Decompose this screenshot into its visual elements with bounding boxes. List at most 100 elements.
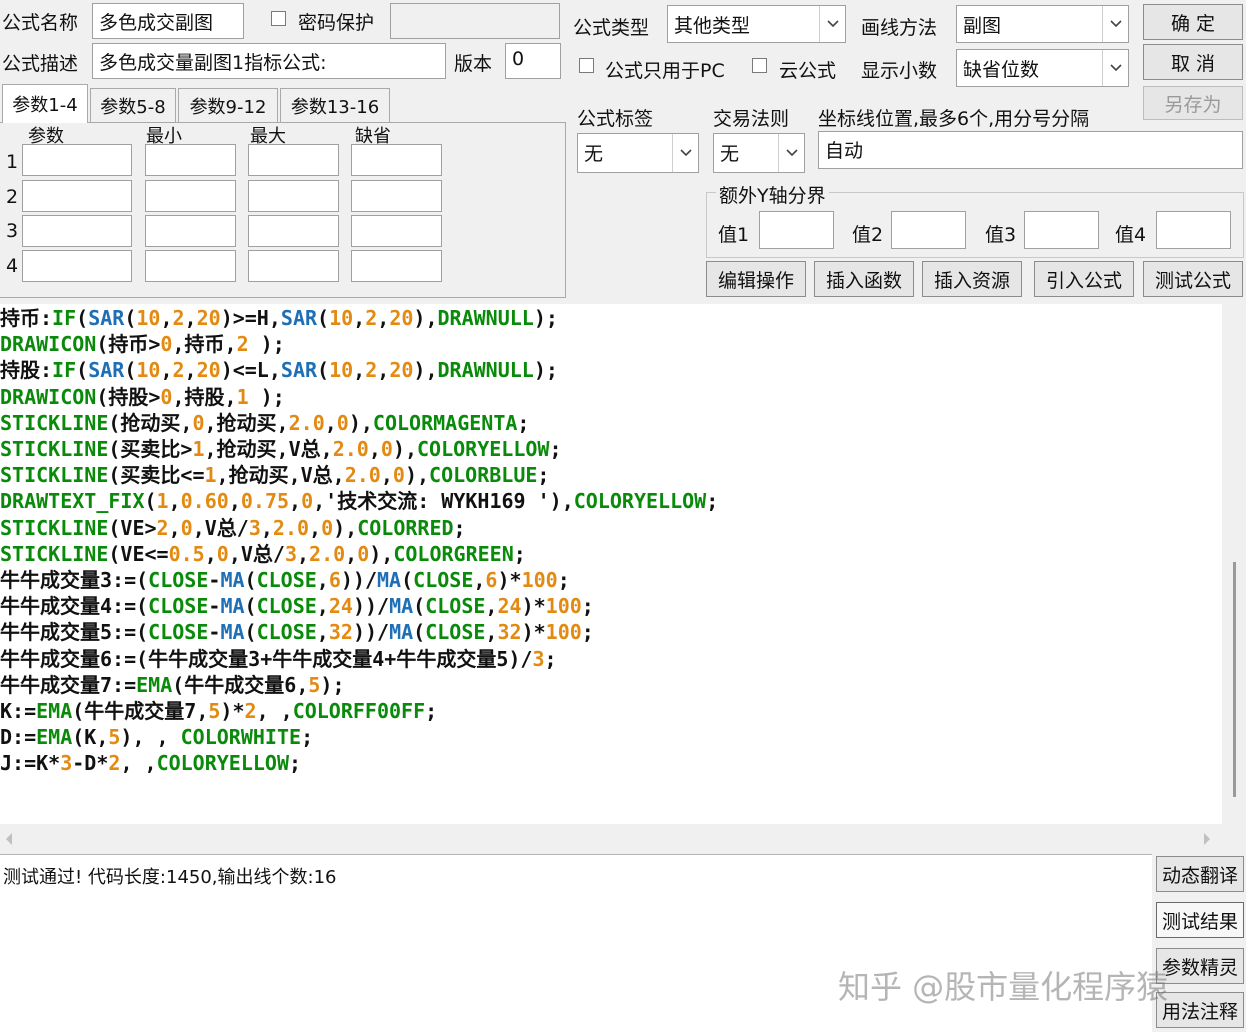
code-token: (K,: [72, 725, 109, 750]
formula-name-input[interactable]: 多色成交副图: [92, 3, 244, 39]
tab-params-9-12[interactable]: 参数9-12: [178, 88, 278, 122]
code-token: (持股>: [96, 384, 161, 409]
ok-button[interactable]: 确 定: [1143, 4, 1243, 40]
vertical-scrollbar[interactable]: [1222, 304, 1246, 824]
chevron-down-icon[interactable]: [819, 6, 845, 42]
code-line[interactable]: STICKLINE(VE<=0.5,0,V总/3,2.0,0),COLORGRE…: [0, 541, 526, 567]
test-formula-button[interactable]: 测试公式: [1143, 261, 1243, 297]
axis-input[interactable]: 自动: [818, 131, 1243, 169]
param-4-default-input[interactable]: [351, 250, 442, 282]
code-line[interactable]: DRAWICON(持币>0,持币,2 );: [0, 331, 285, 357]
code-line[interactable]: 牛牛成交量5:=(CLOSE-MA(CLOSE,32))/MA(CLOSE,32…: [0, 619, 594, 645]
import-formula-button[interactable]: 引入公式: [1034, 261, 1134, 297]
code-line[interactable]: DRAWTEXT_FIX(1,0.60,0.75,0,'技术交流: WYKH16…: [0, 488, 718, 514]
draw-method-value: 副图: [963, 15, 1002, 37]
param-2-max-input[interactable]: [248, 180, 339, 212]
version-input[interactable]: 0: [505, 43, 561, 79]
code-line[interactable]: 牛牛成交量6:=(牛牛成交量3+牛牛成交量4+牛牛成交量5)/3;: [0, 646, 557, 672]
chevron-down-icon[interactable]: [1102, 50, 1128, 86]
param-3-default-input[interactable]: [351, 215, 442, 247]
rule-select[interactable]: 无: [713, 133, 805, 173]
code-token: ,: [316, 594, 329, 619]
param-3-min-input[interactable]: [145, 215, 236, 247]
horizontal-scrollbar[interactable]: [0, 824, 1222, 848]
code-token: );: [320, 672, 345, 697]
pc-only-checkbox[interactable]: [579, 58, 594, 73]
test-results-button[interactable]: 测试结果: [1156, 902, 1244, 938]
cloud-checkbox[interactable]: [752, 58, 767, 73]
param-2-name-input[interactable]: [22, 180, 132, 212]
code-token: CLOSE: [148, 594, 209, 619]
y4-label: 值4: [1115, 224, 1147, 246]
code-line[interactable]: STICKLINE(抢动买,0,抢动买,2.0,0),COLORMAGENTA;: [0, 410, 529, 436]
param-4-name-input[interactable]: [22, 250, 132, 282]
code-token: DRAWNULL: [437, 306, 534, 330]
code-token: 2: [236, 332, 249, 357]
code-editor[interactable]: 持币:IF(SAR(10,2,20)>=H,SAR(10,2,20),DRAWN…: [0, 304, 1222, 824]
code-line[interactable]: J:=K*3-D*2, ,COLORYELLOW;: [0, 750, 301, 776]
code-token: ;: [453, 515, 466, 540]
tab-params-5-8[interactable]: 参数5-8: [90, 88, 176, 122]
password-checkbox[interactable]: [271, 11, 286, 26]
code-token: IF: [52, 358, 77, 383]
code-line[interactable]: DRAWICON(持股>0,持股,1 );: [0, 384, 285, 410]
tab-params-13-16[interactable]: 参数13-16: [280, 88, 390, 122]
edit-ops-button[interactable]: 编辑操作: [706, 261, 806, 297]
param-1-min-input[interactable]: [145, 144, 236, 176]
param-4-min-input[interactable]: [145, 250, 236, 282]
scroll-right-icon[interactable]: [1202, 829, 1212, 851]
save-as-button[interactable]: 另存为: [1143, 86, 1243, 120]
formula-type-select[interactable]: 其他类型: [667, 5, 846, 43]
code-line[interactable]: 持币:IF(SAR(10,2,20)>=H,SAR(10,2,20),DRAWN…: [0, 305, 558, 331]
chevron-down-icon[interactable]: [778, 134, 804, 172]
chevron-down-icon[interactable]: [672, 134, 698, 172]
code-token: ,: [316, 568, 329, 592]
param-1-default-input[interactable]: [351, 144, 442, 176]
y3-input[interactable]: [1024, 211, 1099, 249]
code-line[interactable]: 牛牛成交量4:=(CLOSE-MA(CLOSE,24))/MA(CLOSE,24…: [0, 593, 594, 619]
code-line[interactable]: STICKLINE(买卖比<=1,抢动买,V总,2.0,0),COLORBLUE…: [0, 462, 549, 488]
dynamic-translate-button[interactable]: 动态翻译: [1156, 856, 1244, 892]
param-1-name-input[interactable]: [22, 144, 132, 176]
code-line[interactable]: STICKLINE(VE>2,0,V总/3,2.0,0),COLORRED;: [0, 515, 466, 541]
code-token: 5: [108, 725, 121, 750]
scroll-left-icon[interactable]: [4, 829, 14, 851]
code-line[interactable]: 牛牛成交量7:=EMA(牛牛成交量6,5);: [0, 672, 345, 698]
code-token: 0: [192, 410, 205, 435]
code-token: 牛牛成交量6:=(牛牛成交量3+牛牛成交量4+牛牛成交量5)/: [0, 646, 533, 671]
draw-method-select[interactable]: 副图: [956, 5, 1129, 43]
formula-type-value: 其他类型: [674, 15, 751, 37]
code-line[interactable]: 持股:IF(SAR(10,2,20)<=L,SAR(10,2,20),DRAWN…: [0, 357, 558, 383]
param-2-min-input[interactable]: [145, 180, 236, 212]
code-line[interactable]: 牛牛成交量3:=(CLOSE-MA(CLOSE,6))/MA(CLOSE,6)*…: [0, 567, 570, 593]
code-line[interactable]: D:=EMA(K,5), , COLORWHITE;: [0, 724, 313, 750]
y4-input[interactable]: [1156, 211, 1231, 249]
tab-params-1-4[interactable]: 参数1-4: [2, 84, 88, 123]
usage-notes-button[interactable]: 用法注释: [1156, 992, 1244, 1028]
param-3-name-input[interactable]: [22, 215, 132, 247]
insert-resource-button[interactable]: 插入资源: [922, 261, 1022, 297]
param-2-default-input[interactable]: [351, 180, 442, 212]
code-line[interactable]: K:=EMA(牛牛成交量7,5)*2, ,COLORFF00FF;: [0, 698, 437, 724]
cancel-button[interactable]: 取 消: [1143, 44, 1243, 80]
code-token: SAR: [88, 358, 125, 383]
param-wizard-button[interactable]: 参数精灵: [1156, 948, 1244, 984]
decimals-select[interactable]: 缺省位数: [956, 49, 1129, 87]
code-line[interactable]: STICKLINE(买卖比>1,抢动买,V总,2.0,0),COLORYELLO…: [0, 436, 562, 462]
param-4-max-input[interactable]: [248, 250, 339, 282]
y1-input[interactable]: [759, 211, 834, 249]
param-3-max-input[interactable]: [248, 215, 339, 247]
code-token: ))/: [340, 568, 378, 592]
code-token: (: [244, 594, 257, 619]
code-token: ,持股,: [172, 384, 237, 409]
param-1-max-input[interactable]: [248, 144, 339, 176]
password-input[interactable]: [390, 3, 560, 39]
code-token: CLOSE: [148, 568, 209, 592]
formula-desc-input[interactable]: 多色成交量副图1指标公式:: [92, 43, 446, 79]
chevron-down-icon[interactable]: [1102, 6, 1128, 42]
insert-function-button[interactable]: 插入函数: [814, 261, 914, 297]
scrollbar-thumb[interactable]: [1233, 562, 1236, 797]
y2-input[interactable]: [891, 211, 966, 249]
code-token: COLORYELLOW: [573, 489, 707, 514]
tag-select[interactable]: 无: [577, 133, 699, 173]
